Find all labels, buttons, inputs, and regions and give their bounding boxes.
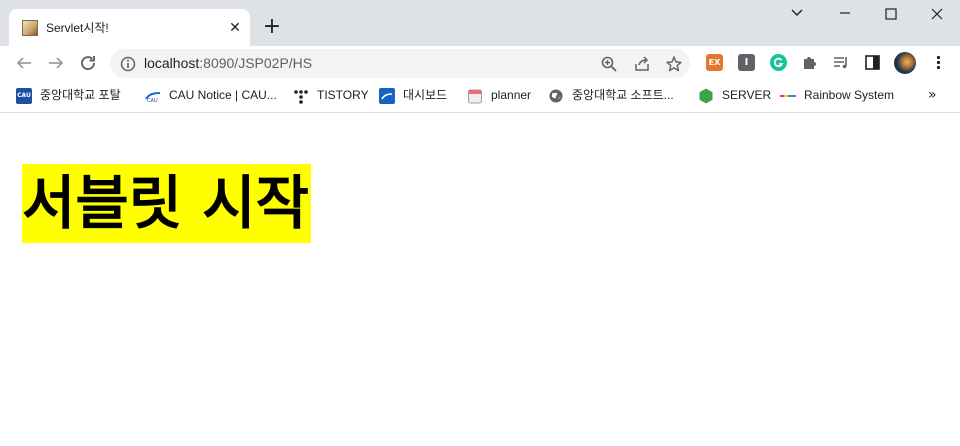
url-host: localhost [144, 55, 200, 71]
close-icon [931, 8, 943, 20]
close-window-button[interactable] [914, 0, 960, 28]
reload-icon [81, 56, 95, 71]
svg-text:CAU: CAU [147, 98, 158, 104]
tab-close-icon[interactable]: ✕ [225, 18, 245, 38]
cau-notice-icon: CAU [145, 88, 161, 104]
globe-icon [548, 88, 564, 104]
tistory-icon [293, 88, 309, 104]
url-path: :8090/JSP02P/HS [199, 55, 313, 71]
bookmark-label: 중앙대학교 소프트... [572, 88, 674, 102]
bookmark-label: 중앙대학교 포탈 [40, 88, 121, 102]
address-bar[interactable]: localhost:8090/JSP02P/HS [110, 49, 690, 78]
ex-extension-icon[interactable]: EX [706, 54, 723, 71]
tab-title: Servlet시작! [46, 21, 109, 35]
site-info-icon[interactable] [120, 56, 136, 76]
bookmark-label: planner [491, 88, 532, 102]
cau-portal-icon: CAU [16, 88, 32, 104]
share-icon[interactable] [633, 55, 651, 73]
chevron-down-icon [791, 9, 803, 16]
forward-button[interactable] [44, 51, 68, 75]
bookmark-label: Rainbow System [804, 88, 895, 102]
url-text[interactable]: localhost:8090/JSP02P/HS [144, 55, 312, 71]
grammarly-icon[interactable] [770, 54, 787, 71]
tab-active[interactable]: Servlet시작! ✕ [9, 9, 250, 46]
minimize-icon [840, 12, 850, 14]
i-extension-icon[interactable]: I [738, 54, 755, 71]
menu-kebab-icon[interactable] [930, 54, 947, 71]
tab-search-button[interactable] [774, 0, 820, 28]
reload-button[interactable] [76, 51, 100, 75]
tab-favicon-icon [22, 20, 38, 36]
bookmark-label: CAU Notice | CAU... [169, 88, 277, 102]
server-icon [698, 88, 714, 104]
back-button[interactable] [12, 51, 36, 75]
extensions-puzzle-icon[interactable] [801, 54, 818, 71]
reading-list-icon[interactable] [832, 54, 849, 71]
bookmarks-overflow-button[interactable]: » [928, 87, 937, 103]
page-heading: 서블릿 시작 [22, 164, 311, 243]
bookmarks-bar: CAU 중앙대학교 포탈 CAU CAU Notice | CAU... TIS… [0, 80, 960, 113]
bookmark-label: 대시보드 [403, 88, 448, 102]
side-panel-icon[interactable] [864, 54, 881, 71]
rainbow-icon [780, 88, 796, 104]
arrow-right-icon [49, 57, 64, 69]
page-viewport: 서블릿 시작 [0, 113, 960, 446]
profile-avatar[interactable] [894, 52, 916, 74]
maximize-icon [885, 8, 897, 20]
zoom-icon[interactable] [600, 55, 618, 73]
maximize-button[interactable] [868, 0, 914, 28]
new-tab-button[interactable]: + [260, 16, 284, 40]
calendar-icon [467, 88, 483, 104]
browser-toolbar: localhost:8090/JSP02P/HS EX I [0, 46, 960, 80]
minimize-button[interactable] [822, 0, 868, 28]
arrow-left-icon [16, 57, 31, 69]
tab-strip: Servlet시작! ✕ + [0, 0, 960, 46]
bookmark-star-icon[interactable] [665, 55, 683, 73]
bookmark-label: SERVER [722, 88, 772, 102]
cau-dashboard-icon [379, 88, 395, 104]
bookmark-label: TISTORY [317, 88, 369, 102]
